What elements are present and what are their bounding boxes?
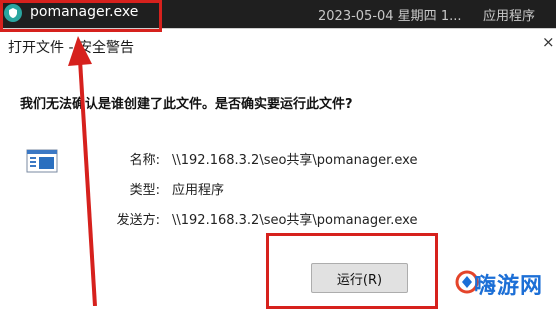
annotation-arrow (68, 36, 97, 306)
watermark-text: 嗨游网 (474, 274, 544, 299)
